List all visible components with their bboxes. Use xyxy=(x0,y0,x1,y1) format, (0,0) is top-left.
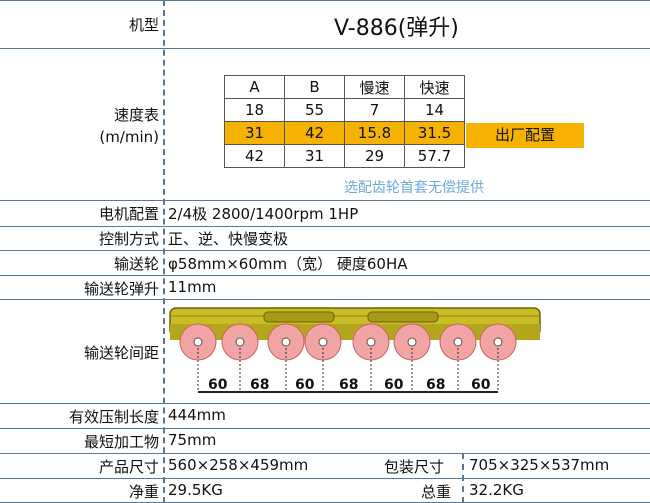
roller-hub xyxy=(493,337,503,347)
product-size-label: 产品尺寸 xyxy=(98,458,159,476)
table-cell: 57.7 xyxy=(404,144,465,168)
shortest-piece-value: 75mm xyxy=(168,431,217,449)
row-divider xyxy=(0,0,650,1)
net-weight-label: 净重 xyxy=(128,483,159,501)
table-cell: 29 xyxy=(344,144,405,168)
table-cell: 18 xyxy=(224,98,285,122)
factory-config-badge: 出厂配置 xyxy=(466,123,584,148)
spacing-dim: 60 xyxy=(208,377,228,393)
row-divider xyxy=(0,428,650,429)
column-divider xyxy=(462,453,464,503)
frame-cutout xyxy=(367,311,439,323)
speed-unit: (m/min) xyxy=(99,128,159,146)
table-cell: 7 xyxy=(344,98,405,122)
table-cell: 55 xyxy=(284,98,345,122)
spacing-dim: 60 xyxy=(471,377,491,393)
roller-hub xyxy=(407,337,417,347)
package-size-label: 包装尺寸 xyxy=(384,458,445,476)
table-cell: 31 xyxy=(284,144,345,168)
effective-length-label: 有效压制长度 xyxy=(68,408,159,426)
header-cell: A xyxy=(224,75,285,99)
roller-hub xyxy=(318,337,328,347)
header-cell: 快速 xyxy=(404,75,465,99)
row-divider xyxy=(0,453,650,454)
lift-label: 输送轮弹升 xyxy=(83,280,159,298)
gear-note: 选配齿轮首套无偿提供 xyxy=(344,180,484,196)
model-label: 机型 xyxy=(128,16,159,34)
header-cell: 慢速 xyxy=(344,75,405,99)
row-divider xyxy=(0,200,650,201)
package-size-value: 705×325×537mm xyxy=(469,456,610,474)
table-cell: 15.8 xyxy=(344,121,405,145)
table-cell: 31.5 xyxy=(404,121,465,145)
shortest-piece-label: 最短加工物 xyxy=(83,433,159,451)
spacing-dim: 68 xyxy=(339,377,359,393)
row-divider xyxy=(0,299,650,300)
row-divider xyxy=(0,275,650,276)
speed-table-header: A B 慢速 快速 xyxy=(224,75,465,99)
net-weight-value: 29.5KG xyxy=(168,481,223,499)
spacing-label: 输送轮间距 xyxy=(83,344,159,362)
roller-hub xyxy=(193,337,203,347)
row-divider xyxy=(0,250,650,251)
wheel-label: 输送轮 xyxy=(113,255,159,273)
product-size-value: 560×258×459mm xyxy=(168,456,309,474)
table-row: 42 31 29 57.7 xyxy=(224,144,465,168)
roller-hub xyxy=(366,337,376,347)
table-cell: 42 xyxy=(224,144,285,168)
table-row: 18 55 7 14 xyxy=(224,98,465,122)
motor-label: 电机配置 xyxy=(98,205,159,223)
spacing-dim: 60 xyxy=(295,377,315,393)
frame-cutout xyxy=(263,311,335,323)
model-value: V-886(弹升) xyxy=(334,16,459,41)
spacing-dim: 60 xyxy=(384,377,404,393)
control-label: 控制方式 xyxy=(98,230,159,248)
spacing-dim: 68 xyxy=(426,377,446,393)
motor-value: 2/4极 2800/1400rpm 1HP xyxy=(168,205,359,223)
gross-weight-label: 总重 xyxy=(421,483,452,501)
roller-hub xyxy=(281,337,291,347)
row-divider xyxy=(0,48,650,49)
table-cell: 14 xyxy=(404,98,465,122)
effective-length-value: 444mm xyxy=(168,406,226,424)
row-divider xyxy=(0,403,650,404)
row-divider xyxy=(0,226,650,227)
table-cell: 42 xyxy=(284,121,345,145)
table-cell: 31 xyxy=(224,121,285,145)
column-divider xyxy=(163,0,165,503)
gross-weight-value: 32.2KG xyxy=(469,481,524,499)
table-row-highlighted: 31 42 15.8 31.5 xyxy=(224,121,465,145)
speed-table: A B 慢速 快速 18 55 7 14 31 42 15.8 31.5 42 … xyxy=(224,75,465,168)
control-value: 正、逆、快慢变极 xyxy=(168,230,289,248)
header-cell: B xyxy=(284,75,345,99)
lift-value: 11mm xyxy=(168,278,217,296)
roller-hub xyxy=(235,337,245,347)
row-divider xyxy=(0,478,650,479)
spacing-dim: 68 xyxy=(250,377,270,393)
speed-label: 速度表 xyxy=(113,106,159,124)
roller-hub xyxy=(453,337,463,347)
wheel-value: φ58mm×60mm（宽） 硬度60HA xyxy=(168,255,408,273)
